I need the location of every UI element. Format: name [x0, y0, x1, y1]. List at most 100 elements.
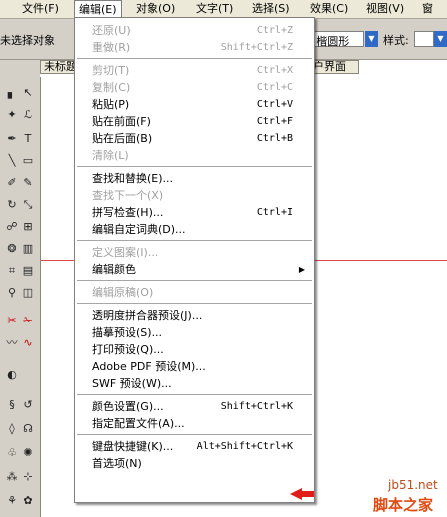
menu-item-label: 编辑原稿(O)	[92, 286, 154, 299]
submenu-arrow-icon: ▶	[298, 265, 305, 274]
menu-item[interactable]: 粘贴(P) Ctrl+V	[75, 96, 314, 113]
symbol-sizer-icon[interactable]: ⚘	[4, 493, 20, 509]
menu-item[interactable]: 描摹预设(S)...	[75, 324, 314, 341]
menu-item-label: 颜色设置(G)...	[92, 400, 164, 413]
menu-window[interactable]: 窗	[418, 0, 437, 18]
menu-item-label: SWF 预设(W)...	[92, 377, 172, 390]
graph-tool-icon[interactable]: ▥	[20, 241, 36, 257]
menu-item-label: 首选项(N)	[92, 457, 142, 470]
menu-item[interactable]: 打印预设(Q)...	[75, 341, 314, 358]
menu-item-label: 重做(R)	[92, 41, 131, 54]
blend-tool-icon[interactable]: ◫	[20, 285, 36, 301]
brush-tool-icon[interactable]: ✐	[4, 175, 20, 191]
menu-item-label: 还原(U)	[92, 24, 131, 37]
menu-select[interactable]: 选择(S)	[248, 0, 294, 18]
menu-item: 复制(C) Ctrl+C	[75, 79, 314, 96]
hand-tool-icon[interactable]: 〰	[4, 335, 20, 351]
menu-item[interactable]: 首选项(N)	[75, 455, 314, 472]
menu-view[interactable]: 视图(V)	[362, 0, 408, 18]
menu-item-label: 透明度拼合器预设(J)...	[92, 309, 203, 322]
slice-tool-icon[interactable]: ✂	[4, 313, 20, 329]
menu-item-label: Adobe PDF 预设(M)...	[92, 360, 206, 373]
menu-item: 查找下一个(X)	[75, 187, 314, 204]
scissors-tool-icon[interactable]: ✁	[20, 313, 36, 329]
menu-separator	[77, 166, 312, 167]
menu-item-label: 打印预设(Q)...	[92, 343, 164, 356]
menu-item[interactable]: 键盘快捷键(K)... Alt+Shift+Ctrl+K	[75, 438, 314, 455]
menu-file[interactable]: 文件(F)	[18, 0, 63, 18]
menu-item-shortcut: Ctrl+I	[256, 207, 293, 218]
eyedropper-icon[interactable]: ⚲	[4, 285, 20, 301]
menu-item[interactable]: 查找和替换(E)...	[75, 170, 314, 187]
mesh-tool-icon[interactable]: ⌗	[4, 263, 20, 279]
scallop-tool-icon[interactable]: ♧	[4, 445, 20, 461]
fill-swatch-icon[interactable]: ◐	[4, 367, 20, 383]
menu-separator	[77, 303, 312, 304]
menu-item: 还原(U) Ctrl+Z	[75, 22, 314, 39]
lasso-icon[interactable]: ℒ	[20, 107, 36, 123]
menu-item-shortcut: Ctrl+X	[256, 65, 293, 76]
menu-item[interactable]: 透明度拼合器预设(J)...	[75, 307, 314, 324]
symbol-shifter-icon[interactable]: ⁂	[4, 469, 20, 485]
menu-item-shortcut: Ctrl+V	[256, 99, 293, 110]
direct-selection-icon[interactable]: ↖	[20, 85, 36, 101]
pointer-arrow-icon	[290, 488, 314, 500]
menu-item-label: 编辑颜色	[92, 263, 136, 276]
chevron-down-icon[interactable]: ▼	[365, 31, 378, 47]
watermark-url: jb51.net	[388, 478, 438, 492]
warp-width-icon[interactable]: §	[4, 397, 20, 413]
menu-item[interactable]: Adobe PDF 预设(M)...	[75, 358, 314, 375]
pucker-tool-icon[interactable]: ◊	[4, 421, 20, 437]
symbol-sprayer-icon[interactable]: ❂	[4, 241, 20, 257]
rectangle-tool-icon[interactable]: ▭	[20, 153, 36, 169]
symbol-spinner-icon[interactable]: ✿	[20, 493, 36, 509]
menu-item-label: 粘贴(P)	[92, 98, 130, 111]
rotate-tool-icon[interactable]: ↻	[4, 197, 20, 213]
menu-separator	[77, 240, 312, 241]
selection-tool-icon[interactable]: ▖	[4, 85, 20, 101]
menu-item-shortcut: Shift+Ctrl+K	[220, 401, 293, 412]
menu-item-label: 查找下一个(X)	[92, 189, 164, 202]
twirl-tool-icon[interactable]: ↺	[20, 397, 36, 413]
document-tab-2[interactable]: 户界面	[311, 60, 359, 74]
gradient-tool-icon[interactable]: ▤	[20, 263, 36, 279]
pencil-tool-icon[interactable]: ✎	[20, 175, 36, 191]
menu-item[interactable]: 编辑自定词典(D)...	[75, 221, 314, 238]
menu-item[interactable]: 颜色设置(G)... Shift+Ctrl+K	[75, 398, 314, 415]
menu-separator	[77, 280, 312, 281]
menu-item-label: 清除(L)	[92, 149, 129, 162]
style-label: 样式:	[383, 34, 409, 47]
menu-item-shortcut: Ctrl+B	[256, 133, 293, 144]
menu-item[interactable]: 指定配置文件(A)...	[75, 415, 314, 432]
bloat-tool-icon[interactable]: ☊	[20, 421, 36, 437]
menu-item-label: 指定配置文件(A)...	[92, 417, 185, 430]
menu-item-label: 键盘快捷键(K)...	[92, 440, 174, 453]
zoom-tool-icon[interactable]: ∿	[20, 335, 36, 351]
menu-item[interactable]: 拼写检查(H)... Ctrl+I	[75, 204, 314, 221]
menu-item[interactable]: 贴在后面(B) Ctrl+B	[75, 130, 314, 147]
warp-tool-icon[interactable]: ☍	[4, 219, 20, 235]
menu-object[interactable]: 对象(O)	[132, 0, 179, 18]
menu-item-label: 编辑自定词典(D)...	[92, 223, 186, 236]
menu-type[interactable]: 文字(T)	[192, 0, 237, 18]
chevron-down-icon[interactable]: ▼	[434, 31, 447, 47]
style-field[interactable]	[414, 31, 434, 47]
free-transform-icon[interactable]: ⊞	[20, 219, 36, 235]
type-tool-icon[interactable]: T	[20, 131, 36, 147]
scale-tool-icon[interactable]: ⤡	[20, 197, 36, 213]
crystallize-tool-icon[interactable]: ✺	[20, 445, 36, 461]
menu-item-label: 复制(C)	[92, 81, 131, 94]
menu-item-label: 拼写检查(H)...	[92, 206, 164, 219]
selection-status: 未选择对象	[0, 34, 55, 47]
symbol-scruncher-icon[interactable]: ⊹	[20, 469, 36, 485]
pen-tool-icon[interactable]: ✒	[4, 131, 20, 147]
menu-effect[interactable]: 效果(C)	[306, 0, 352, 18]
line-tool-icon[interactable]: ╲	[4, 153, 20, 169]
menu-item[interactable]: SWF 预设(W)...	[75, 375, 314, 392]
menu-item-label: 定义图案(I)...	[92, 246, 159, 259]
menu-item-shortcut: Alt+Shift+Ctrl+K	[196, 441, 293, 452]
magic-wand-icon[interactable]: ✦	[4, 107, 20, 123]
menu-item-shortcut: Shift+Ctrl+Z	[220, 42, 293, 53]
menu-item[interactable]: 贴在前面(F) Ctrl+F	[75, 113, 314, 130]
menu-item[interactable]: 编辑颜色 ▶	[75, 261, 314, 278]
